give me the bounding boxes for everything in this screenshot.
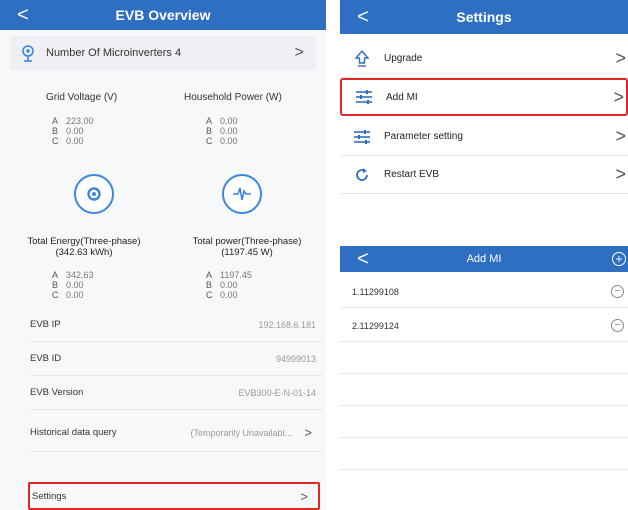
page-title: EVB Overview [115, 7, 211, 23]
evb-ip-row: EVB IP 192.168.6.181 [30, 308, 322, 342]
back-button[interactable]: < [348, 0, 378, 34]
menu-item-add-mi[interactable]: Add MI > [340, 78, 628, 116]
settings-screen: < Settings Upgrade > Add MI > Parameter … [340, 0, 628, 208]
microinverters-count: Number Of Microinverters 4 [46, 47, 182, 59]
add-mi-header: < Add MI + [340, 246, 628, 272]
total-energy-values: A 342.63 B 0.00 C 0.00 [52, 270, 94, 300]
household-power-values: A 0.00 B 0.00 C 0.00 [206, 116, 238, 146]
empty-row [340, 374, 628, 406]
sliders-icon [352, 127, 372, 147]
empty-row [340, 470, 628, 494]
total-power-heading: Total power(Three-phase) (1197.45 W) [192, 236, 302, 258]
gear-icon[interactable] [74, 174, 114, 214]
list-item[interactable]: 2.11299124 − [340, 310, 628, 342]
evb-id-value: 94999013 [275, 353, 316, 364]
page-title: Settings [456, 9, 512, 25]
sliders-icon [354, 87, 374, 107]
empty-row [340, 342, 628, 374]
settings-label: Settings [32, 490, 67, 502]
evb-version-value: EVB300-E-N-01-14 [238, 387, 316, 398]
evb-ip-label: EVB IP [30, 319, 61, 330]
chevron-right-icon: > [294, 44, 304, 61]
remove-icon[interactable]: − [611, 285, 624, 298]
menu-item-label: Restart EVB [384, 169, 440, 180]
settings-row[interactable]: Settings > [28, 482, 320, 510]
evb-version-row: EVB Version EVB300-E-N-01-14 [30, 376, 322, 410]
settings-header: < Settings [340, 0, 628, 34]
overview-header: < EVB Overview [0, 0, 326, 30]
evb-id-label: EVB ID [30, 353, 62, 364]
remove-icon[interactable]: − [611, 319, 624, 332]
menu-item-upgrade[interactable]: Upgrade > [340, 40, 628, 78]
restart-icon [352, 165, 372, 185]
historical-data-row[interactable]: Historical data query (Temporarily Unava… [30, 414, 322, 452]
mi-serial: 2.11299124 [352, 320, 399, 331]
evb-version-label: EVB Version [30, 387, 84, 398]
back-button[interactable]: < [348, 246, 378, 272]
microinverter-icon [18, 43, 38, 63]
chevron-right-icon: > [300, 488, 308, 504]
menu-item-label: Upgrade [384, 53, 423, 64]
menu-item-label: Parameter setting [384, 131, 463, 142]
menu-item-restart-evb[interactable]: Restart EVB > [340, 156, 628, 194]
total-energy-heading: Total Energy(Three-phase) (342.63 kWh) [27, 236, 141, 258]
add-mi-screen: < Add MI + 1.11299108 − 2.11299124 − [340, 246, 628, 496]
chevron-right-icon: > [615, 164, 626, 184]
mi-serial: 1.11299108 [352, 286, 399, 297]
menu-item-label: Add MI [386, 91, 418, 103]
empty-row [340, 406, 628, 438]
historical-data-status: (Temporarily Unavailabl... [190, 427, 292, 438]
grid-voltage-title: Grid Voltage (V) [46, 92, 118, 103]
historical-data-label: Historical data query [30, 427, 117, 438]
grid-voltage-values: A 223.00 B 0.00 C 0.00 [52, 116, 94, 146]
evb-overview-screen: < EVB Overview Number Of Microinverters … [0, 0, 326, 510]
list-item[interactable]: 1.11299108 − [340, 276, 628, 308]
microinverters-row[interactable]: Number Of Microinverters 4 > [10, 36, 316, 70]
total-power-values: A 1197.45 B 0.00 C 0.00 [206, 270, 252, 300]
add-icon[interactable]: + [612, 252, 626, 266]
pulse-icon[interactable] [222, 174, 262, 214]
page-title: Add MI [466, 253, 502, 265]
chevron-right-icon: > [304, 425, 312, 440]
empty-row [340, 438, 628, 470]
chevron-right-icon: > [615, 126, 626, 146]
evb-ip-value: 192.168.6.181 [258, 319, 316, 330]
chevron-right-icon: > [613, 86, 624, 107]
menu-item-parameter-setting[interactable]: Parameter setting > [340, 118, 628, 156]
household-power-title: Household Power (W) [184, 92, 282, 103]
chevron-right-icon: > [615, 48, 626, 68]
upload-icon [352, 49, 372, 69]
evb-id-row: EVB ID 94999013 [30, 342, 322, 376]
back-button[interactable]: < [8, 0, 38, 30]
